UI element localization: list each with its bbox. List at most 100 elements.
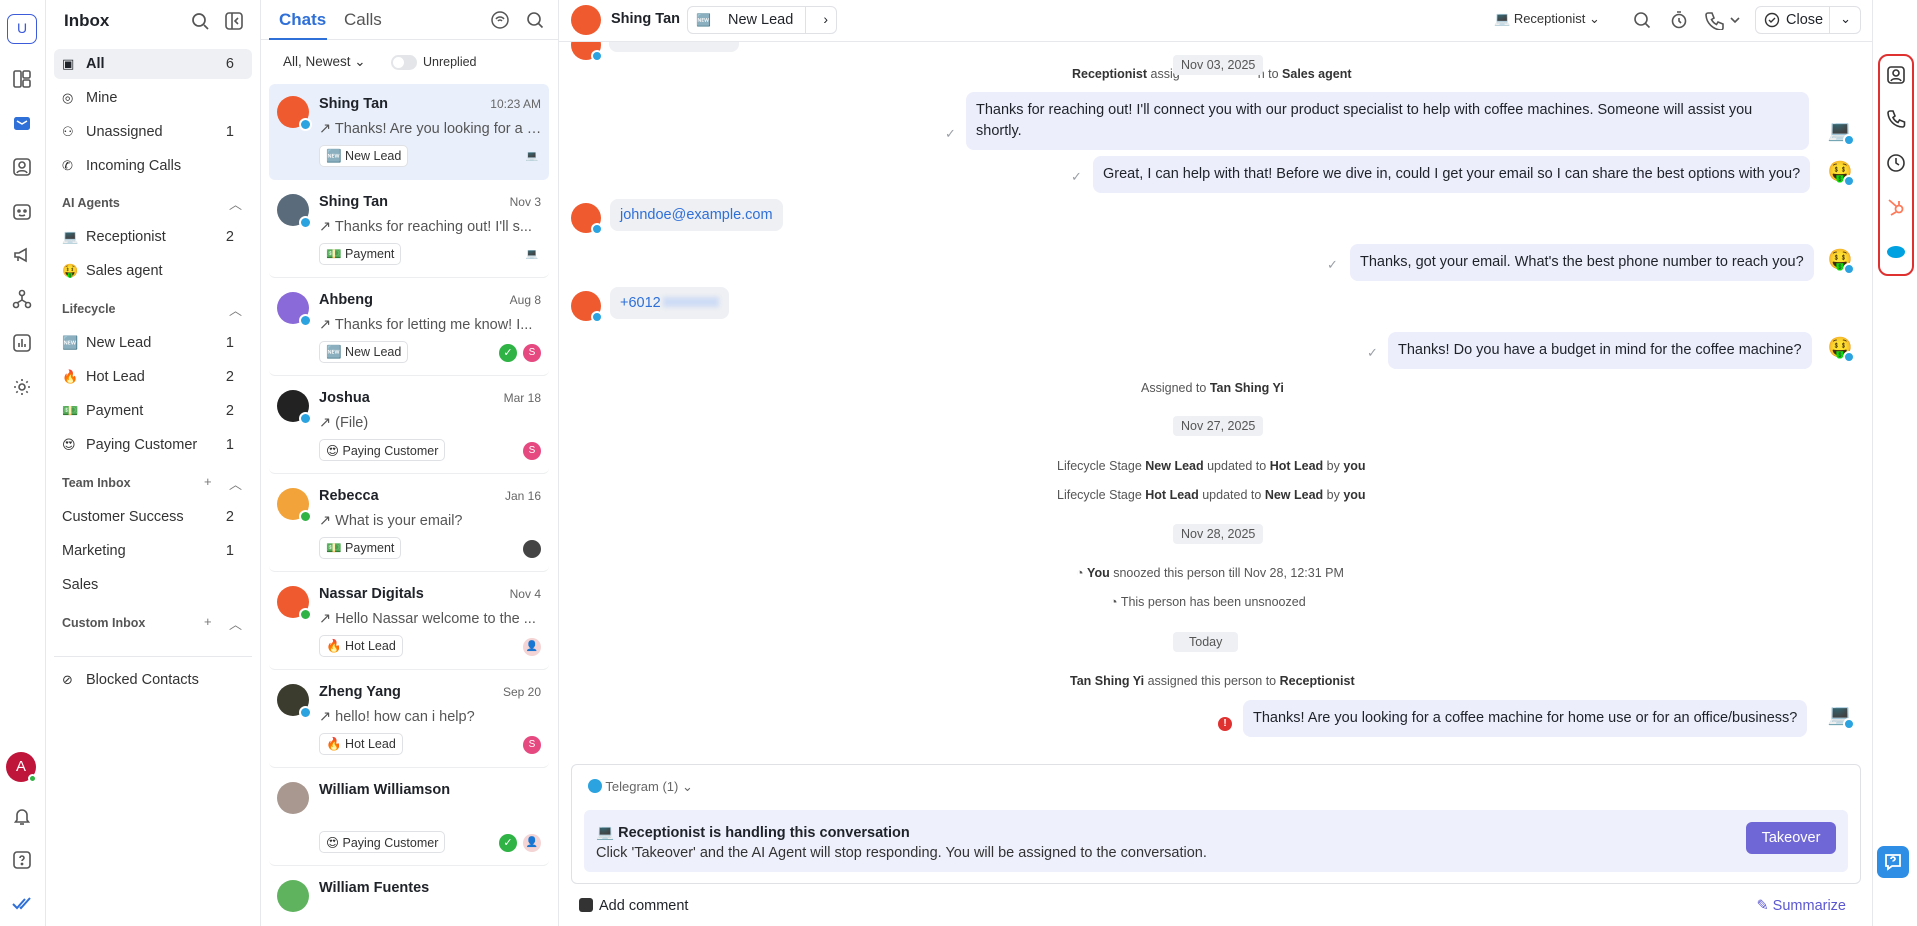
sidebar-item-payment[interactable]: 💵 Payment 2: [54, 396, 252, 426]
sales-agent-avatar: 🤑: [1827, 335, 1855, 363]
contacts-icon[interactable]: [11, 156, 33, 178]
chat-date: Sep 20: [502, 685, 541, 699]
system-actor: Receptionist: [1072, 67, 1148, 81]
search-icon[interactable]: [189, 10, 211, 32]
tab-calls[interactable]: Calls: [344, 10, 382, 30]
contact-name: Rebecca: [319, 488, 379, 504]
sidebar-item-marketing[interactable]: Marketing 1: [54, 536, 252, 566]
system-text: updated to: [1207, 459, 1267, 473]
contact-avatar: [277, 880, 309, 912]
chevron-right-icon[interactable]: ›: [823, 11, 828, 27]
chat-list-item[interactable]: Zheng Yang Sep 20 ↗ hello! how can i hel…: [269, 672, 549, 768]
sidebar-item-label: Customer Success: [62, 509, 184, 525]
chat-list-item[interactable]: Nassar Digitals Nov 4 ↗ Hello Nassar wel…: [269, 574, 549, 670]
add-comment-button[interactable]: Add comment: [579, 898, 688, 914]
app-rail: U A: [0, 0, 46, 926]
sidebar-item-paying-customer[interactable]: 😍 Paying Customer 1: [54, 430, 252, 460]
chevron-up-icon[interactable]: ︿: [229, 194, 242, 213]
sidebar-item-blocked-contacts[interactable]: ⊘ Blocked Contacts: [54, 665, 252, 695]
workflow-icon[interactable]: [11, 288, 33, 310]
system-event: ◔ You snoozed this person till Nov 28, 1…: [1076, 566, 1344, 580]
inbox-icon[interactable]: [11, 112, 33, 134]
sidebar-item-customer-success[interactable]: Customer Success 2: [54, 502, 252, 532]
sidebar-item-incoming-calls[interactable]: ✆ Incoming Calls: [54, 151, 252, 181]
contact-avatar[interactable]: [571, 5, 601, 35]
sidebar-item-count: 1: [225, 543, 234, 559]
add-icon[interactable]: +: [204, 614, 212, 629]
chat-list-item[interactable]: Ahbeng Aug 8 ↗ Thanks for letting me kno…: [269, 280, 549, 376]
settings-icon[interactable]: [11, 376, 33, 398]
telegram-badge-icon: [299, 412, 312, 425]
ai-agent-icon[interactable]: [11, 200, 33, 222]
chat-list-item[interactable]: Shing Tan Nov 3 ↗ Thanks for reaching ou…: [269, 182, 549, 278]
search-icon[interactable]: [525, 10, 545, 30]
help-center-icon[interactable]: [11, 849, 33, 871]
workspace-switcher[interactable]: U: [7, 14, 37, 44]
sidebar-item-sales-agent[interactable]: 🤑 Sales agent: [54, 256, 252, 286]
hubspot-icon[interactable]: [1885, 196, 1907, 218]
sidebar-item-all[interactable]: ▣ All 6: [54, 49, 252, 79]
chevron-up-icon[interactable]: ︿: [229, 614, 242, 633]
user-initial: A: [15, 758, 26, 775]
message-bubble-incoming[interactable]: johndoe@example.com: [610, 199, 783, 231]
add-icon[interactable]: +: [204, 474, 212, 489]
sidebar-item-label: Payment: [86, 403, 144, 419]
chat-list-item[interactable]: Rebecca Jan 16 ↗ What is your email? 💵 P…: [269, 476, 549, 572]
snooze-icon: ◔: [1076, 566, 1084, 580]
unreplied-toggle[interactable]: [391, 55, 417, 70]
broadcast-icon[interactable]: [11, 244, 33, 266]
error-alert-icon[interactable]: !: [1218, 717, 1232, 731]
snooze-timer-icon[interactable]: [1669, 10, 1689, 30]
takeover-button[interactable]: Takeover: [1746, 822, 1836, 854]
hot-lead-emoji-icon: 🔥: [62, 369, 79, 384]
sidebar-item-receptionist[interactable]: 💻 Receptionist 2: [54, 222, 252, 252]
sidebar-item-hot-lead[interactable]: 🔥 Hot Lead 2: [54, 362, 252, 392]
sidebar-item-count: 1: [225, 335, 234, 351]
chat-support-button[interactable]: [1877, 846, 1909, 878]
message-bubble-outgoing: Great, I can help with that! Before we d…: [1093, 156, 1811, 193]
sidebar-item-new-lead[interactable]: 🆕 New Lead 1: [54, 328, 252, 358]
chat-list-item[interactable]: Shing Tan 10:23 AM ↗ Thanks! Are you loo…: [269, 84, 549, 180]
contact-name[interactable]: Shing Tan: [611, 11, 680, 27]
dashboard-icon[interactable]: [11, 68, 33, 90]
search-icon[interactable]: [1632, 10, 1652, 30]
comment-icon: [579, 898, 593, 912]
chat-list-item[interactable]: William Williamson 😍 Paying Customer ✓ 👤: [269, 770, 549, 866]
call-history-icon[interactable]: [1885, 108, 1907, 130]
chat-list-item[interactable]: Joshua Mar 18 ↗ (File) 😍 Paying Customer…: [269, 378, 549, 474]
summarize-button[interactable]: ✎ Summarize: [1756, 898, 1846, 914]
sidebar-item-sales[interactable]: Sales: [54, 570, 252, 600]
reports-icon[interactable]: [11, 332, 33, 354]
history-clock-icon[interactable]: [1885, 152, 1907, 174]
chevron-up-icon[interactable]: ︿: [229, 474, 242, 493]
sort-filter-dropdown[interactable]: All, Newest ⌄: [283, 54, 366, 70]
close-conversation-button[interactable]: Close ⌄: [1755, 6, 1861, 34]
user-avatar[interactable]: A: [6, 752, 37, 783]
lifecycle-tag: 😍 Paying Customer: [319, 439, 446, 461]
sidebar-item-count: 2: [225, 229, 234, 245]
unreplied-label: Unreplied: [423, 55, 477, 69]
chat-list-item[interactable]: William Fuentes: [269, 868, 549, 926]
call-dropdown[interactable]: [1704, 10, 1744, 31]
new-lead-emoji-icon: 🆕: [696, 13, 711, 27]
assignee-dropdown[interactable]: 💻 Receptionist ⌄: [1494, 11, 1600, 27]
chevron-down-icon[interactable]: ⌄: [1840, 11, 1851, 27]
salesforce-icon[interactable]: [1885, 240, 1907, 262]
tab-chats[interactable]: Chats: [279, 10, 326, 30]
chevron-up-icon[interactable]: ︿: [229, 300, 242, 319]
notifications-icon[interactable]: [11, 805, 33, 827]
whatsapp-badge-icon: [299, 608, 312, 621]
wifi-status-icon[interactable]: [490, 10, 510, 30]
sidebar-item-mine[interactable]: ◎ Mine: [54, 83, 252, 113]
lifecycle-stage-selector[interactable]: 🆕 New Lead ›: [687, 6, 837, 34]
contact-name: Ahbeng: [319, 292, 373, 308]
assignee-avatar: S: [523, 442, 541, 460]
assignee-avatar: S: [523, 736, 541, 754]
delivered-check-icon: ✓: [1367, 345, 1378, 360]
contact-details-icon[interactable]: [1885, 64, 1907, 86]
sidebar-item-unassigned[interactable]: ⚇ Unassigned 1: [54, 117, 252, 147]
message-bubble-incoming[interactable]: +6012: [610, 287, 729, 319]
channel-selector[interactable]: Telegram (1) ⌄: [588, 779, 693, 795]
system-stage: Hot Lead: [1269, 459, 1324, 473]
collapse-sidebar-icon[interactable]: [223, 10, 245, 32]
